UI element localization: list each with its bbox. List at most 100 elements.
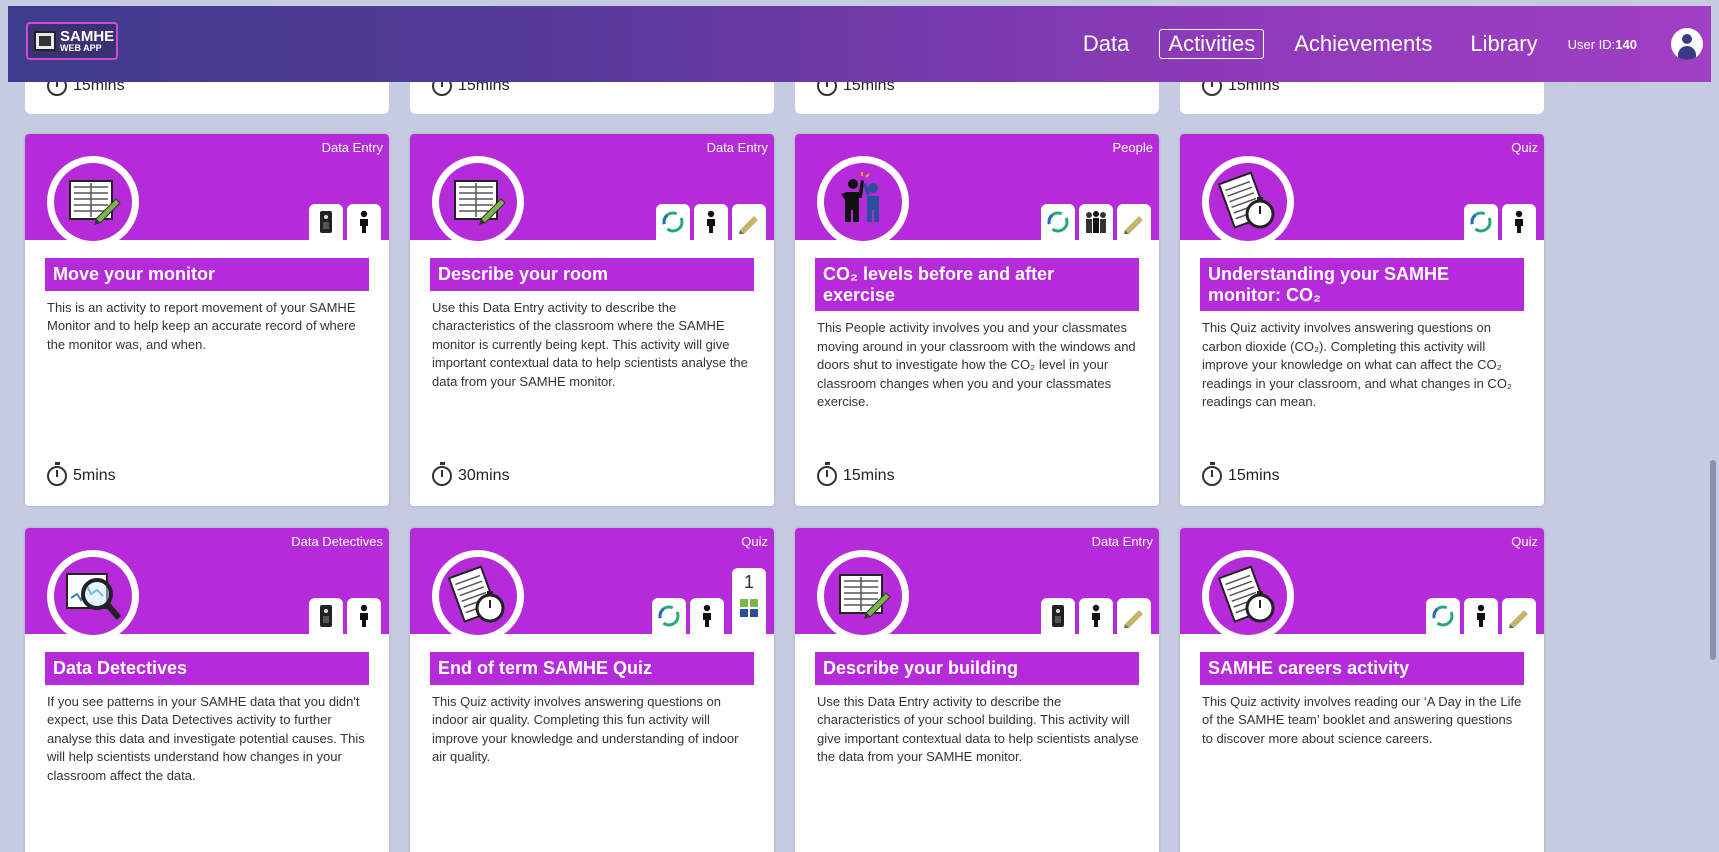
card-description: This Quiz activity involves answering qu… — [432, 693, 739, 765]
card-header: People — [795, 134, 1159, 248]
card-description: This People activity involves you and yo… — [817, 320, 1136, 410]
card-samhe-careers-activity[interactable]: Quiz SAMHE careers activity This Quiz acti… — [1180, 528, 1544, 852]
card-category: Quiz — [741, 534, 768, 549]
completion-count-badge: 1 — [732, 568, 766, 634]
card-icon-frame — [817, 156, 909, 248]
card-badges — [656, 204, 766, 240]
pencil-icon — [732, 204, 766, 240]
scrollbar[interactable] — [1710, 460, 1716, 660]
people-high-five-icon — [824, 163, 902, 241]
card-category: Data Entry — [1091, 534, 1153, 549]
nav-achievements[interactable]: Achievements — [1286, 30, 1440, 58]
card-data-detectives[interactable]: Data Detectives Data Detectives If you see… — [25, 528, 389, 852]
card-description: Use this Data Entry activity to describe… — [817, 693, 1139, 765]
card-badges — [1464, 204, 1536, 240]
top-navigation-bar: SAMHE WEB APP Data Activities Achievemen… — [8, 6, 1711, 82]
completion-count: 1 — [743, 572, 754, 592]
card-badges — [1426, 598, 1536, 634]
card-badges — [309, 598, 381, 634]
person-icon — [690, 598, 724, 634]
person-icon — [347, 204, 381, 240]
timer-icon — [47, 462, 67, 486]
card-duration: 5mins — [47, 462, 116, 486]
timer-icon — [1202, 462, 1222, 486]
user-id: User ID:140 — [1567, 36, 1637, 52]
logo-title: SAMHE — [60, 28, 115, 45]
person-icon — [1464, 598, 1498, 634]
card-title[interactable]: Data Detectives — [45, 652, 369, 685]
logo-subtitle: WEB APP — [60, 43, 102, 53]
card-duration: 30mins — [432, 462, 510, 486]
quiz-sheet-icon — [439, 557, 517, 635]
magnifier-chart-icon — [54, 557, 132, 635]
quiz-sheet-icon — [1209, 163, 1287, 241]
timer-icon — [432, 462, 452, 486]
data-entry-sheet-icon — [439, 163, 517, 241]
card-describe-your-building[interactable]: Data Entry Describe your building Use this… — [795, 528, 1159, 852]
person-icon — [694, 204, 728, 240]
card-header: Data Detectives — [25, 528, 389, 642]
card-title[interactable]: Describe your room — [430, 258, 754, 291]
card-icon-frame — [432, 156, 524, 248]
card-description: This Quiz activity involves reading our … — [1202, 693, 1522, 746]
card-describe-your-room[interactable]: Data Entry Describe your room Use this Dat… — [410, 134, 774, 506]
card-badges — [1041, 598, 1151, 634]
quiz-sheet-icon — [1209, 557, 1287, 635]
card-icon-frame — [817, 550, 909, 642]
monitor-icon — [309, 204, 343, 240]
card-title[interactable]: SAMHE careers activity — [1200, 652, 1524, 685]
nav-data[interactable]: Data — [1075, 30, 1137, 58]
card-title[interactable]: Understanding your SAMHE monitor: CO₂ — [1200, 258, 1524, 312]
repeat-icon — [656, 204, 690, 240]
data-entry-sheet-icon — [54, 163, 132, 241]
card-category: Quiz — [1511, 534, 1538, 549]
card-end-of-term-samhe-quiz[interactable]: Quiz 1 End of term SAMHE Quiz This Quiz act… — [410, 528, 774, 852]
card-header: Quiz — [1180, 528, 1544, 642]
card-icon-frame — [1202, 550, 1294, 642]
card-title[interactable]: CO₂ levels before and after exercise — [815, 258, 1139, 312]
card-icon-frame — [432, 550, 524, 642]
card-icon-frame — [47, 156, 139, 248]
repeat-icon — [1041, 204, 1075, 240]
card-duration: 15mins — [817, 462, 895, 486]
card-category: Data Entry — [321, 140, 383, 155]
card-header: Quiz 1 — [410, 528, 774, 642]
card-duration: 15mins — [1202, 462, 1280, 486]
monitor-icon — [309, 598, 343, 634]
pencil-icon — [1117, 204, 1151, 240]
person-icon — [1502, 204, 1536, 240]
card-badges — [652, 598, 724, 634]
card-header: Data Entry — [410, 134, 774, 248]
card-header: Data Entry — [25, 134, 389, 248]
card-description: This is an activity to report movement o… — [47, 299, 356, 352]
card-move-your-monitor[interactable]: Data Entry Move your monitor This is an ac… — [25, 134, 389, 506]
nav-library[interactable]: Library — [1462, 30, 1545, 58]
data-entry-sheet-icon — [824, 557, 902, 635]
card-title[interactable]: End of term SAMHE Quiz — [430, 652, 754, 685]
grid-icon — [740, 599, 758, 622]
samhe-logo[interactable]: SAMHE WEB APP — [26, 22, 118, 60]
card-category: Data Detectives — [291, 534, 383, 549]
card-title[interactable]: Move your monitor — [45, 258, 369, 291]
timer-icon — [817, 462, 837, 486]
card-header: Data Entry — [795, 528, 1159, 642]
card-description: This Quiz activity involves answering qu… — [1202, 320, 1512, 410]
repeat-icon — [1426, 598, 1460, 634]
user-avatar-icon[interactable] — [1671, 28, 1703, 60]
card-header: Quiz — [1180, 134, 1544, 248]
card-understanding-your-samhe-monitor-co[interactable]: Quiz Understanding your SAMHE monitor: CO… — [1180, 134, 1544, 506]
card-badges — [1041, 204, 1151, 240]
card-icon-frame — [47, 550, 139, 642]
repeat-icon — [1464, 204, 1498, 240]
monitor-logo-icon — [34, 31, 56, 51]
card-description: If you see patterns in your SAMHE data t… — [47, 693, 365, 783]
card-title[interactable]: Describe your building — [815, 652, 1139, 685]
card-co-levels-before-and-after-exercise[interactable]: People CO₂ levels before and after exerci… — [795, 134, 1159, 506]
pencil-icon — [1117, 598, 1151, 634]
group-icon — [1079, 204, 1113, 240]
person-icon — [1079, 598, 1113, 634]
card-category: Quiz — [1511, 140, 1538, 155]
card-category: People — [1112, 140, 1153, 155]
nav-activities[interactable]: Activities — [1159, 29, 1265, 59]
monitor-icon — [1041, 598, 1075, 634]
